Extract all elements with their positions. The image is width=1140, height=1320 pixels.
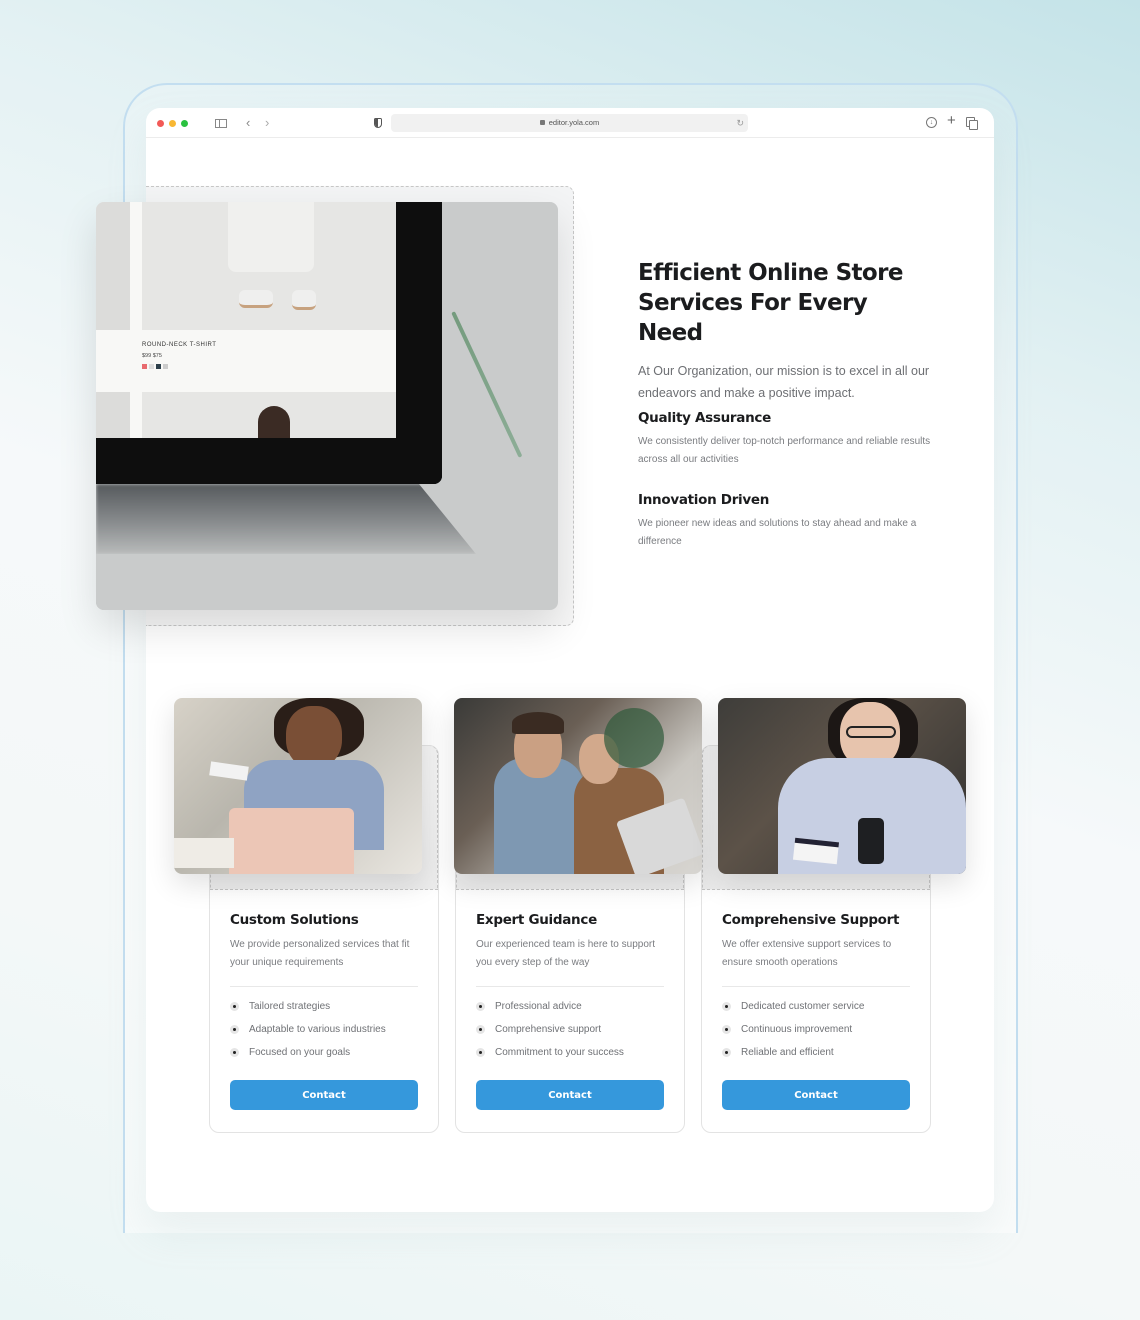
card-feature-list: Dedicated customer service Continuous im… bbox=[722, 1001, 910, 1070]
card-description: We provide personalized services that fi… bbox=[230, 939, 410, 968]
list-item: Continuous improvement bbox=[722, 1024, 910, 1047]
product-swatches bbox=[142, 364, 168, 369]
contact-button[interactable]: Contact bbox=[230, 1080, 418, 1110]
product-model bbox=[228, 202, 314, 272]
photo-laptop bbox=[229, 808, 354, 874]
download-icon[interactable]: ↓ bbox=[926, 117, 937, 128]
list-item: Reliable and efficient bbox=[722, 1047, 910, 1070]
card-description: Our experienced team is here to support … bbox=[476, 939, 655, 968]
card-photo-woman-phone bbox=[718, 698, 966, 874]
address-bar[interactable]: editor.yola.com ↻ bbox=[391, 114, 748, 132]
bullet-icon bbox=[476, 1002, 485, 1011]
list-item: Commitment to your success bbox=[476, 1047, 664, 1070]
minimize-window-button[interactable] bbox=[169, 120, 176, 127]
page-title: Efficient Online Store Services For Ever… bbox=[638, 260, 903, 346]
list-item: Tailored strategies bbox=[230, 1001, 418, 1024]
card-photo-woman-laptop bbox=[174, 698, 422, 874]
card-feature-list: Tailored strategies Adaptable to various… bbox=[230, 1001, 418, 1070]
hero-text: Efficient Online Store Services For Ever… bbox=[638, 258, 938, 404]
bullet-icon bbox=[476, 1048, 485, 1057]
feature-innovation-driven: Innovation Driven We pioneer new ideas a… bbox=[638, 492, 938, 551]
product-model-head bbox=[258, 406, 290, 438]
feature-description: We consistently deliver top-notch perfor… bbox=[638, 436, 931, 465]
photo-plant bbox=[604, 708, 664, 768]
contact-button[interactable]: Contact bbox=[722, 1080, 910, 1110]
card-title: Comprehensive Support bbox=[722, 912, 900, 928]
card-title: Expert Guidance bbox=[476, 912, 597, 928]
list-item: Focused on your goals bbox=[230, 1047, 418, 1070]
hero-subtitle: At Our Organization, our mission is to e… bbox=[638, 364, 930, 400]
plant-leaf bbox=[451, 311, 523, 458]
photo-glasses bbox=[846, 726, 896, 738]
reload-icon[interactable]: ↻ bbox=[736, 114, 744, 132]
feature-quality-assurance: Quality Assurance We consistently delive… bbox=[638, 410, 938, 469]
back-icon[interactable]: ‹ bbox=[246, 116, 250, 130]
photo-face bbox=[286, 706, 342, 768]
hero-laptop-image: ROUND-NECK T-SHIRT $99 $75 bbox=[96, 202, 558, 610]
product-price: $99 $75 bbox=[142, 353, 162, 359]
feature-title: Innovation Driven bbox=[638, 492, 770, 508]
product-caption: ROUND-NECK T-SHIRT bbox=[142, 342, 217, 348]
shield-icon[interactable] bbox=[374, 118, 382, 128]
browser-toolbar: ‹ › editor.yola.com ↻ ↓ + bbox=[146, 108, 994, 138]
divider bbox=[722, 986, 910, 987]
bullet-icon bbox=[230, 1002, 239, 1011]
contact-button[interactable]: Contact bbox=[476, 1080, 664, 1110]
sidebar-toggle-icon[interactable] bbox=[215, 119, 227, 128]
bullet-icon bbox=[722, 1048, 731, 1057]
bullet-icon bbox=[722, 1025, 731, 1034]
laptop-screen: ROUND-NECK T-SHIRT $99 $75 bbox=[96, 202, 396, 438]
feature-title: Quality Assurance bbox=[638, 410, 771, 426]
close-window-button[interactable] bbox=[157, 120, 164, 127]
list-item: Comprehensive support bbox=[476, 1024, 664, 1047]
card-title: Custom Solutions bbox=[230, 912, 359, 928]
lock-icon bbox=[539, 120, 545, 125]
bullet-icon bbox=[476, 1025, 485, 1034]
list-item: Adaptable to various industries bbox=[230, 1024, 418, 1047]
url-text: editor.yola.com bbox=[548, 118, 600, 127]
divider bbox=[476, 986, 664, 987]
new-tab-icon[interactable]: + bbox=[947, 113, 956, 128]
bullet-icon bbox=[722, 1002, 731, 1011]
forward-icon[interactable]: › bbox=[265, 116, 269, 130]
laptop-keyboard bbox=[96, 484, 476, 554]
bullet-icon bbox=[230, 1048, 239, 1057]
bullet-icon bbox=[230, 1025, 239, 1034]
card-description: We offer extensive support services to e… bbox=[722, 939, 892, 968]
divider bbox=[230, 986, 418, 987]
list-item: Dedicated customer service bbox=[722, 1001, 910, 1024]
list-item: Professional advice bbox=[476, 1001, 664, 1024]
photo-card bbox=[209, 761, 249, 781]
card-feature-list: Professional advice Comprehensive suppor… bbox=[476, 1001, 664, 1070]
zoom-window-button[interactable] bbox=[181, 120, 188, 127]
photo-phone bbox=[858, 818, 884, 864]
tabs-overview-icon[interactable] bbox=[966, 117, 978, 130]
feature-description: We pioneer new ideas and solutions to st… bbox=[638, 518, 917, 547]
card-photo-couple-laptop bbox=[454, 698, 702, 874]
photo-credit-card bbox=[792, 837, 840, 865]
